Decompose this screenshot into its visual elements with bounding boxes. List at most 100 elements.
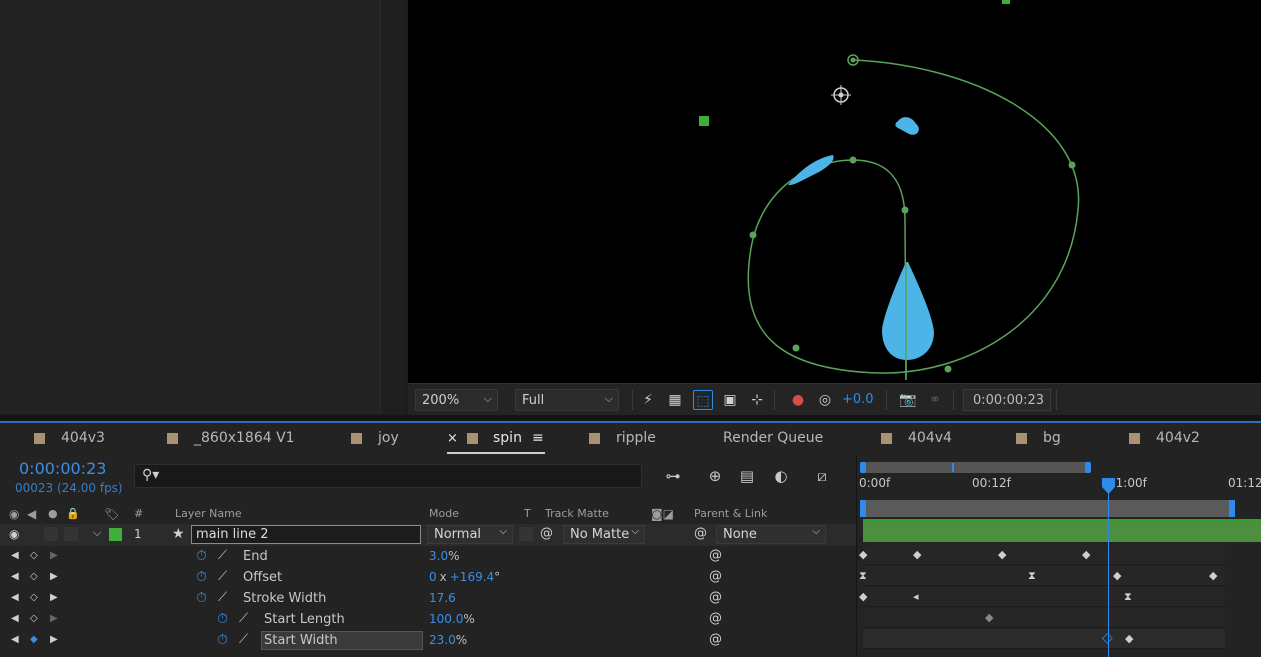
keyframe-icon[interactable]: ◆ — [998, 549, 1006, 560]
time-navigator[interactable] — [860, 462, 1091, 473]
tab-spin[interactable]: × spin ≡ — [447, 430, 545, 454]
navigator-end-handle[interactable] — [1085, 462, 1091, 473]
keyframe-track-end[interactable]: ◆ ◆ ◆ ◆ — [859, 545, 1225, 565]
property-row-offset[interactable]: ◀ ◇ ▶ ⏱ ⟋ Offset 0 x +169.4° @ — [0, 567, 856, 588]
keyframe-easy-ease-icon[interactable]: ⧗ — [859, 570, 867, 581]
column-track-matte[interactable]: Track Matte — [545, 507, 609, 520]
keyframe-icon[interactable]: ◆ — [1113, 570, 1121, 581]
graph-icon[interactable]: ⟋ — [239, 632, 248, 647]
stopwatch-icon[interactable]: ⏱ — [217, 632, 228, 648]
graph-editor-icon[interactable]: ⧄ — [810, 467, 834, 487]
viewer-current-time[interactable]: 0:00:00:23 — [963, 389, 1051, 411]
property-value-degrees[interactable]: +169.4 — [450, 570, 494, 584]
keyframe-icon[interactable]: ◆ — [985, 612, 993, 623]
expression-pickwhip-icon[interactable]: @ — [709, 590, 722, 605]
add-keyframe-icon[interactable]: ◇ — [30, 550, 38, 561]
audio-icon[interactable]: ◀ — [27, 507, 36, 521]
keyframe-track-start-length[interactable]: ◆ — [863, 608, 1225, 628]
parent-dropdown[interactable]: None ⌵ — [716, 525, 826, 544]
drop-shape[interactable] — [788, 155, 834, 186]
property-value[interactable]: 3.0% — [429, 549, 460, 563]
keyframe-active-icon[interactable]: ◆ — [30, 634, 38, 645]
transparency-grid-icon[interactable]: ▦ — [665, 390, 685, 410]
fast-preview-icon[interactable]: ⚡ — [638, 390, 658, 410]
preserve-transparency-toggle[interactable] — [519, 527, 533, 541]
time-ruler[interactable]: 0:00f 00:12f 01:00f 01:12f — [857, 475, 1261, 497]
next-keyframe-icon[interactable]: ▶ — [50, 592, 58, 603]
expression-pickwhip-icon[interactable]: @ — [709, 548, 722, 563]
property-row-end[interactable]: ◀ ◇ ▶ ⏱ ⟋ End 3.0% @ — [0, 546, 856, 567]
property-row-start-length[interactable]: ◀ ◇ ▶ ⏱ ⟋ Start Length 100.0% @ — [0, 609, 856, 630]
work-area-end[interactable] — [1229, 500, 1235, 517]
solo-icon[interactable]: ● — [48, 507, 58, 520]
motion-blur-icon[interactable]: ◐ — [769, 467, 793, 487]
keyframe-icon[interactable]: ◆ — [1125, 633, 1133, 644]
frame-blending-icon[interactable]: ▤ — [735, 467, 759, 487]
keyframe-icon[interactable]: ◆ — [913, 549, 921, 560]
track-matte-dropdown[interactable]: No Matte ⌵ — [563, 525, 645, 544]
path-vertex[interactable] — [749, 231, 757, 239]
layer-duration-bar[interactable] — [863, 519, 1261, 542]
layer-name-field[interactable]: main line 2 — [191, 525, 421, 544]
keyframe-icon[interactable]: ◆ — [859, 591, 867, 602]
keyframe-track-offset[interactable]: ⧗ ⧗ ◆ ◆ — [859, 566, 1225, 586]
keyframe-track-start-width[interactable]: ◇ ◆ — [863, 629, 1225, 649]
keyframe-icon[interactable]: ◆ — [859, 549, 867, 560]
resolution-dropdown[interactable]: Full ⌵ — [515, 389, 619, 411]
close-icon[interactable]: × — [447, 431, 458, 446]
column-layer-name[interactable]: Layer Name — [175, 507, 242, 520]
next-keyframe-icon[interactable]: ▶ — [50, 613, 58, 624]
eye-icon[interactable]: ◉ — [9, 507, 19, 521]
path-vertex[interactable] — [850, 57, 856, 63]
keyframe-easy-ease-icon[interactable]: ⧗ — [1124, 591, 1132, 602]
property-value[interactable]: 17.6 — [429, 591, 456, 605]
null-handle[interactable] — [1002, 0, 1010, 4]
prev-keyframe-icon[interactable]: ◀ — [11, 592, 19, 603]
matte-options-icon[interactable]: ◙◪ — [651, 507, 674, 521]
current-time-display[interactable]: 0:00:00:23 — [19, 459, 106, 478]
region-of-interest-icon[interactable]: ▣ — [720, 390, 740, 410]
graph-icon[interactable]: ⟋ — [239, 611, 248, 626]
layer-row[interactable]: ◉ ⌵ 1 ★ main line 2 Normal ⌵ @ No Matte … — [0, 524, 856, 546]
path-vertex[interactable] — [901, 206, 909, 214]
stopwatch-icon[interactable]: ⏱ — [217, 611, 228, 627]
solo-toggle[interactable] — [44, 527, 58, 541]
zoom-dropdown[interactable]: 200% ⌵ — [415, 389, 498, 411]
path-vertex[interactable] — [944, 365, 952, 373]
navigator-start-handle[interactable] — [860, 462, 866, 473]
composition-flowchart-icon[interactable]: ⊶ — [661, 467, 685, 487]
exposure-value[interactable]: +0.0 — [842, 392, 874, 407]
reset-exposure-icon[interactable]: ◎ — [815, 390, 835, 410]
layer-label-color[interactable] — [109, 528, 122, 541]
add-keyframe-icon[interactable]: ◇ — [30, 592, 38, 603]
add-keyframe-icon[interactable]: ◇ — [30, 613, 38, 624]
matte-pickwhip-icon[interactable]: @ — [540, 526, 553, 541]
path-vertex[interactable] — [792, 344, 800, 352]
blend-mode-dropdown[interactable]: Normal ⌵ — [427, 525, 513, 544]
column-mode[interactable]: Mode — [429, 507, 459, 520]
next-keyframe-icon[interactable]: ▶ — [50, 550, 58, 561]
lock-icon[interactable]: 🔒 — [66, 507, 80, 520]
property-value-number[interactable]: 23.0 — [429, 633, 456, 647]
null-handle[interactable] — [699, 116, 709, 126]
property-value[interactable]: 0 x +169.4° — [429, 570, 500, 584]
property-value[interactable]: 100.0% — [429, 612, 475, 626]
chevron-down-icon[interactable]: ⌵ — [93, 526, 101, 540]
stopwatch-icon[interactable]: ⏱ — [196, 590, 207, 606]
column-t[interactable]: T — [524, 507, 531, 520]
property-value[interactable]: 23.0% — [429, 633, 467, 647]
prev-keyframe-icon[interactable]: ◀ — [11, 571, 19, 582]
snapshot-camera-icon[interactable]: 📷 — [898, 390, 918, 410]
work-area-start[interactable] — [860, 500, 866, 517]
panel-divider-strip[interactable] — [380, 0, 405, 414]
work-area-bar[interactable] — [860, 500, 1235, 517]
property-value-number[interactable]: 17.6 — [429, 591, 456, 605]
property-value-revolutions[interactable]: 0 — [429, 570, 437, 584]
time-graph[interactable]: 0:00f 00:12f 01:00f 01:12f ◆ ◆ ◆ ◆ ⧗ ⧗ ◆… — [856, 455, 1261, 657]
keyframe-track-stroke-width[interactable]: ◆ ◂ ⧗ — [859, 587, 1225, 607]
graph-icon[interactable]: ⟋ — [218, 569, 227, 584]
lock-toggle[interactable] — [64, 527, 78, 541]
guides-grid-icon[interactable]: ⊹ — [747, 390, 767, 410]
draft-3d-icon[interactable]: ⊕ — [703, 467, 727, 487]
keyframe-icon[interactable]: ◆ — [1209, 570, 1217, 581]
